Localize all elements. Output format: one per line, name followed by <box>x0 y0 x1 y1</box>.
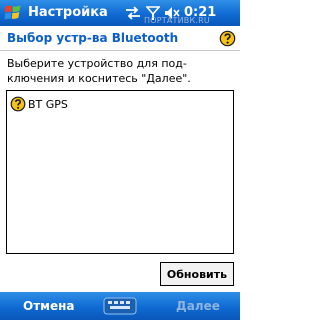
instructions-text: Выберите устройство для под-ключения и к… <box>7 57 191 85</box>
windows-start-icon[interactable] <box>3 3 23 23</box>
refresh-button[interactable]: Обновить <box>160 262 234 286</box>
device-name: BT GPS <box>28 97 68 111</box>
title-bar: Настройка 0:21 ПОРТАТИВК.RU <box>0 0 240 26</box>
unknown-device-question-icon <box>10 96 26 112</box>
page-heading: Выбор устр-ва Bluetooth <box>0 26 240 50</box>
cancel-softkey[interactable]: Отмена <box>23 299 75 313</box>
heading-divider <box>0 50 240 51</box>
connectivity-icon[interactable] <box>124 5 142 21</box>
next-softkey[interactable]: Далее <box>176 299 220 313</box>
watermark: ПОРТАТИВК.RU <box>144 16 210 25</box>
menu-bar: Отмена Далее <box>0 292 240 320</box>
help-icon[interactable] <box>219 30 236 47</box>
app-title: Настройка <box>28 5 108 20</box>
list-item[interactable]: BT GPS <box>10 95 68 113</box>
device-list[interactable]: BT GPS <box>6 90 234 254</box>
keyboard-icon[interactable] <box>100 295 140 317</box>
page-title: Выбор устр-ва Bluetooth <box>7 31 179 45</box>
